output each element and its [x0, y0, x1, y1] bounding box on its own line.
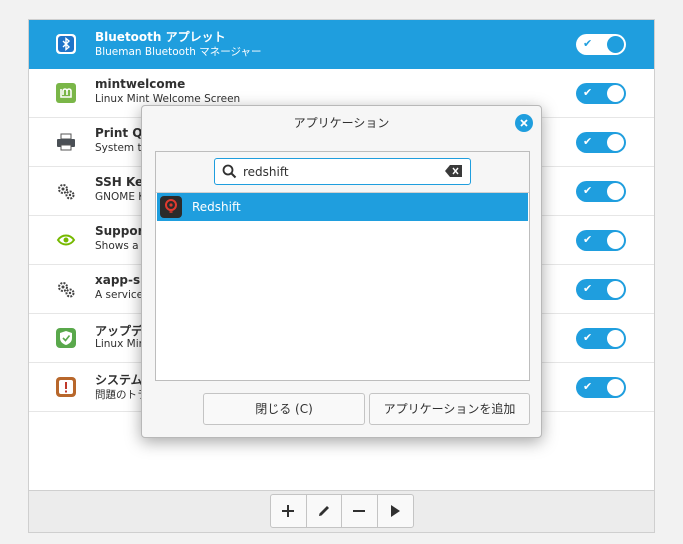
- app-name: アップデ: [95, 324, 144, 338]
- check-icon: ✔: [583, 380, 593, 393]
- list-item[interactable]: Redshift: [157, 193, 528, 221]
- enable-toggle[interactable]: ✔: [576, 377, 626, 398]
- printer-icon: [55, 131, 77, 153]
- check-icon: ✔: [583, 233, 593, 246]
- toolbar-button-group: [270, 494, 414, 528]
- check-icon: ✔: [583, 135, 593, 148]
- gears-icon: [55, 180, 77, 202]
- enable-toggle[interactable]: ✔: [576, 132, 626, 153]
- check-icon: ✔: [583, 86, 593, 99]
- redshift-icon: [160, 196, 182, 218]
- app-description: Shows a t: [95, 240, 147, 252]
- app-description: GNOME K: [95, 191, 146, 203]
- app-name: システム: [95, 373, 143, 387]
- result-label: Redshift: [192, 200, 241, 214]
- enable-toggle[interactable]: ✔: [576, 328, 626, 349]
- shield-icon: [55, 327, 77, 349]
- app-name: Suppor: [95, 224, 144, 238]
- play-icon: [391, 505, 401, 517]
- check-icon: ✔: [583, 37, 593, 50]
- search-field[interactable]: [214, 158, 471, 185]
- search-bar: [156, 152, 529, 193]
- search-icon: [222, 164, 237, 179]
- gears-icon: [55, 278, 77, 300]
- app-description: Linux Mint Welcome Screen: [95, 93, 241, 105]
- enable-toggle[interactable]: ✔: [576, 34, 626, 55]
- close-icon: [520, 119, 528, 127]
- add-button[interactable]: [271, 495, 307, 527]
- list-item[interactable]: Bluetooth アプレット Blueman Bluetooth マネージャー…: [29, 20, 654, 69]
- app-name: SSH Ke: [95, 175, 144, 189]
- remove-button[interactable]: [342, 495, 378, 527]
- app-description: A service: [95, 289, 144, 301]
- edit-button[interactable]: [307, 495, 342, 527]
- application-chooser: Redshift: [155, 151, 530, 381]
- enable-toggle[interactable]: ✔: [576, 230, 626, 251]
- app-name: Print Q: [95, 126, 143, 140]
- app-description: 問題のトラ: [95, 389, 148, 401]
- add-application-dialog: アプリケーション Redshift 閉じる (C) アプリケーションを追加: [141, 105, 542, 438]
- app-name: mintwelcome: [95, 77, 186, 91]
- dialog-title: アプリケーション: [293, 116, 390, 130]
- app-description: Linux Min: [95, 338, 146, 350]
- pencil-icon: [318, 506, 329, 516]
- check-icon: ✔: [583, 331, 593, 344]
- check-icon: ✔: [583, 282, 593, 295]
- enable-toggle[interactable]: ✔: [576, 181, 626, 202]
- app-description: Blueman Bluetooth マネージャー: [95, 46, 262, 58]
- minus-icon: [353, 510, 366, 512]
- nvidia-icon: [55, 229, 77, 251]
- clear-search-icon[interactable]: [445, 165, 462, 177]
- run-button[interactable]: [378, 495, 413, 527]
- enable-toggle[interactable]: ✔: [576, 83, 626, 104]
- app-description: System tr: [95, 142, 146, 154]
- plus-icon: [282, 505, 295, 517]
- warning-icon: [55, 376, 77, 398]
- bluetooth-icon: [55, 33, 77, 55]
- dialog-close-button[interactable]: [515, 114, 533, 132]
- mint-icon: [55, 82, 77, 104]
- search-input[interactable]: [243, 162, 433, 181]
- close-button[interactable]: 閉じる (C): [203, 393, 365, 425]
- add-application-button[interactable]: アプリケーションを追加: [369, 393, 530, 425]
- enable-toggle[interactable]: ✔: [576, 279, 626, 300]
- list-toolbar: [28, 491, 655, 533]
- app-name: Bluetooth アプレット: [95, 30, 226, 44]
- check-icon: ✔: [583, 184, 593, 197]
